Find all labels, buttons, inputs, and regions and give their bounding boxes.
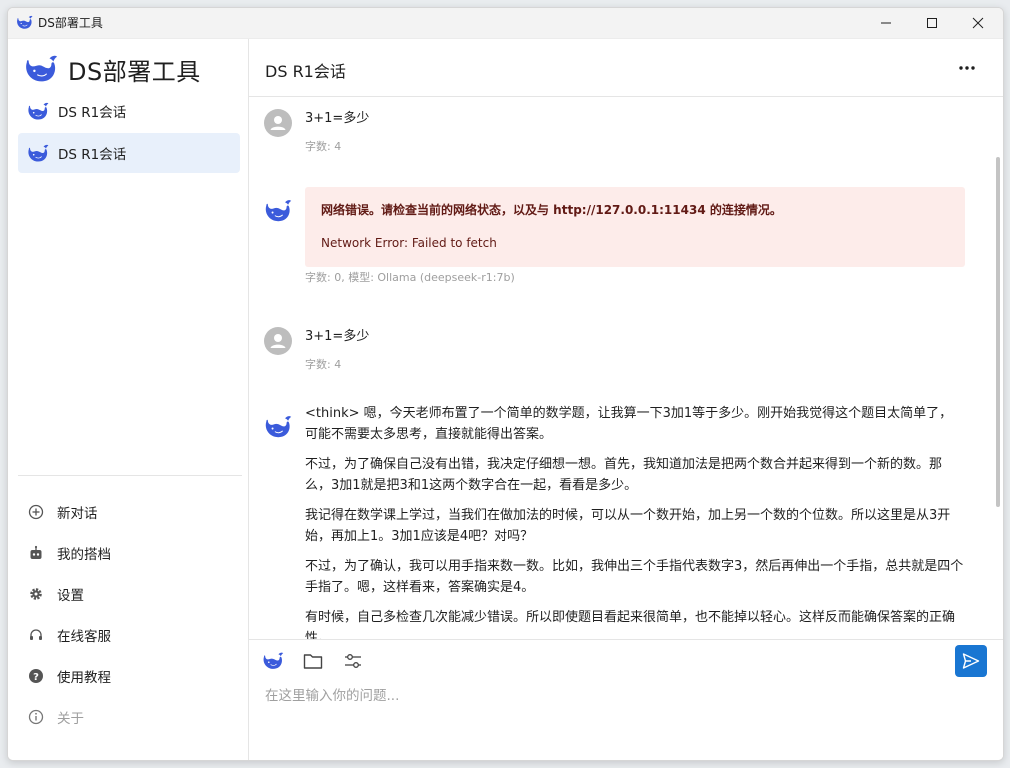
brand: DS部署工具 [24, 49, 201, 89]
question-input[interactable] [265, 684, 965, 708]
minimize-icon [881, 22, 891, 24]
info-icon [28, 709, 44, 725]
scrollbar-thumb[interactable] [996, 157, 1000, 507]
scrollbar[interactable] [993, 97, 1003, 639]
assistant-response: <think> 嗯，今天老师布置了一个简单的数学题，让我算一下3加1等于多少。刚… [305, 403, 965, 639]
more-options-button[interactable] [955, 56, 979, 80]
window-title: DS部署工具 [38, 16, 103, 30]
new-chat-button[interactable]: 新对话 [18, 494, 240, 530]
minimize-button[interactable] [863, 8, 909, 38]
error-title: 网络错误。请检查当前的网络状态，以及与 http://127.0.0.1:114… [321, 203, 782, 217]
message-meta: 字数: 4 [305, 140, 342, 153]
chat-header: DS R1会话 [249, 39, 1003, 97]
whale-icon [262, 652, 284, 670]
gear-icon [30, 588, 42, 600]
sidebar-divider [18, 475, 242, 476]
whale-icon [27, 102, 49, 121]
response-paragraph: 不过，为了确保自己没有出错，我决定仔细想一想。首先，我知道加法是把两个数合并起来… [305, 457, 943, 493]
user-avatar [264, 327, 292, 355]
app-logo-icon [16, 15, 33, 30]
sidebar: DS部署工具 DS R1会话 DS R1会话 新对话 我的搭档 设置 在线客服 [8, 39, 249, 760]
composer [249, 639, 1003, 760]
session-label: DS R1会话 [58, 105, 127, 121]
close-icon [972, 17, 984, 29]
online-support-button[interactable]: 在线客服 [18, 617, 240, 653]
maximize-icon [927, 18, 937, 28]
app-window: DS部署工具 DS部署工具 DS R1会话 DS R1会话 新对话 我的搭档 设… [7, 7, 1004, 761]
response-paragraph: <think> 嗯，今天老师布置了一个简单的数学题，让我算一下3加1等于多少。刚… [305, 406, 953, 442]
close-button[interactable] [955, 8, 1001, 38]
response-paragraph: 有时候，自己多检查几次能减少错误。所以即使题目看起来很简单，也不能掉以轻心。这样… [305, 610, 956, 639]
send-icon [962, 653, 980, 669]
response-paragraph: 不过，为了确认，我可以用手指来数一数。比如，我伸出三个手指代表数字3，然后再伸出… [305, 559, 964, 595]
error-detail: Network Error: Failed to fetch [321, 236, 497, 250]
brand-name: DS部署工具 [68, 57, 201, 86]
my-agents-button[interactable]: 我的搭档 [18, 535, 240, 571]
about-button[interactable]: 关于 [18, 699, 240, 735]
more-horizontal-icon [959, 66, 975, 70]
headset-icon [30, 629, 42, 640]
tutorial-label: 使用教程 [57, 670, 111, 686]
robot-icon [30, 545, 42, 559]
message-text: 3+1=多少 [305, 329, 370, 344]
message-meta: 字数: 4 [305, 358, 342, 371]
assistant-avatar-whale-icon [264, 415, 292, 439]
title-bar[interactable]: DS部署工具 [8, 8, 1003, 39]
options-button[interactable] [341, 649, 365, 673]
session-label: DS R1会话 [58, 147, 127, 163]
tutorial-button[interactable]: ? 使用教程 [18, 658, 240, 694]
session-item-selected[interactable]: DS R1会话 [18, 133, 240, 173]
person-icon [270, 116, 286, 130]
maximize-button[interactable] [909, 8, 955, 38]
conversation-title: DS R1会话 [265, 62, 346, 81]
message-list[interactable]: 3+1=多少 字数: 4 网络错误。请检查当前的网络状态，以及与 http://… [249, 97, 1003, 639]
send-button[interactable] [955, 645, 987, 677]
about-label: 关于 [57, 711, 84, 727]
model-select-button[interactable] [261, 649, 285, 673]
svg-text:?: ? [33, 672, 39, 683]
error-alert: 网络错误。请检查当前的网络状态，以及与 http://127.0.0.1:114… [305, 187, 965, 267]
message-meta: 字数: 0, 模型: Ollama (deepseek-r1:7b) [305, 271, 515, 284]
whale-icon [27, 144, 49, 163]
online-support-label: 在线客服 [57, 629, 111, 645]
user-avatar [264, 109, 292, 137]
whale-logo-icon [24, 54, 58, 84]
assistant-avatar-whale-icon [264, 199, 292, 223]
my-agents-label: 我的搭档 [57, 547, 111, 563]
settings-button[interactable]: 设置 [18, 576, 240, 612]
help-circle-icon: ? [29, 669, 43, 683]
settings-label: 设置 [57, 588, 84, 604]
message-text: 3+1=多少 [305, 111, 370, 126]
session-item[interactable]: DS R1会话 [18, 91, 240, 131]
chat-panel: DS R1会话 3+1=多少 字数: 4 网络错误。请检查当前的网络状态，以及与… [249, 39, 1003, 760]
person-icon [270, 334, 286, 348]
folder-icon [303, 654, 323, 669]
new-chat-label: 新对话 [57, 506, 98, 522]
attach-file-button[interactable] [301, 649, 325, 673]
sliders-icon [345, 654, 361, 668]
response-paragraph: 我记得在数学课上学过，当我们在做加法的时候，可以从一个数开始，加上另一个数的个位… [305, 508, 951, 544]
add-circle-icon [28, 504, 44, 520]
